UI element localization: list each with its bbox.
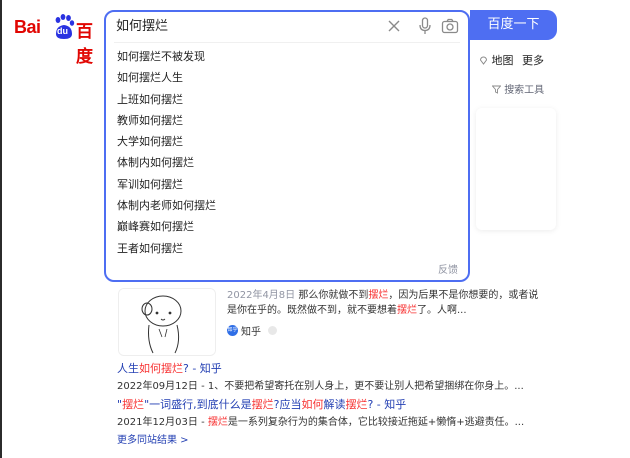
cartoon-image: [119, 289, 215, 355]
title-text: ?应当: [273, 398, 302, 411]
desc-keyword: 摆烂: [207, 417, 228, 428]
snippet-text: 那么你就做不到: [298, 290, 369, 301]
camera-icon[interactable]: [441, 17, 459, 35]
filter-icon: [491, 85, 502, 94]
suggestion-item[interactable]: 体制内老师如何摆烂: [106, 195, 468, 216]
title-text: ? - 知乎: [367, 398, 407, 411]
snippet-keyword: 摆烂: [368, 290, 389, 301]
search-button[interactable]: 百度一下: [470, 10, 557, 40]
result-title-link[interactable]: 人生如何摆烂? - 知乎: [117, 360, 222, 376]
suggestion-item[interactable]: 教师如何摆烂: [106, 110, 468, 131]
title-text: ? - 知乎: [183, 362, 222, 375]
result-snippet: 2022年4月8日 那么你就做不到摆烂，因为后果不是你想要的，或者说是你在乎的。…: [227, 288, 547, 318]
feedback-link[interactable]: 反馈: [438, 261, 458, 276]
nav-map[interactable]: 地图: [479, 52, 514, 68]
title-text: 解读: [323, 398, 346, 411]
info-icon[interactable]: [268, 326, 277, 335]
title-text: "一词盛行,到底什么是: [144, 398, 252, 411]
result-thumbnail[interactable]: [118, 288, 216, 356]
desc-text: 是一系列复杂行为的集合体，它比较接近拖延+懒惰+逃避责任。...: [227, 417, 525, 428]
title-keyword: 摆烂: [251, 398, 274, 411]
logo-baidu-text: 百度: [76, 22, 93, 67]
title-keyword: 摆烂: [345, 398, 368, 411]
nav-map-label: 地图: [491, 54, 514, 67]
suggestion-item[interactable]: 大学如何摆烂: [106, 131, 468, 152]
search-tools[interactable]: 搜索工具: [491, 81, 545, 96]
logo-du-text: du: [57, 26, 68, 36]
suggestion-item[interactable]: 体制内如何摆烂: [106, 152, 468, 173]
suggestion-item[interactable]: 如何摆烂不被发现: [106, 46, 468, 67]
microphone-icon[interactable]: [418, 17, 432, 35]
snippet-keyword: 摆烂: [397, 305, 417, 316]
baidu-logo[interactable]: Bai du 百度: [14, 14, 96, 67]
suggestion-item[interactable]: 军训如何摆烂: [106, 174, 468, 195]
clear-icon[interactable]: [387, 19, 401, 33]
search-box[interactable]: 如何摆烂 如何摆烂不被发现 如何摆烂人生 上班如何摆烂 教师如何摆烂 大学如何摆…: [104, 10, 470, 282]
dropdown-divider: [114, 42, 460, 43]
suggestion-item[interactable]: 上班如何摆烂: [106, 89, 468, 110]
nav-more[interactable]: 更多: [522, 52, 544, 68]
result-description: 2022年09月12日 - 1、不要把希望寄托在别人身上，更不要让别人把希望捆绑…: [117, 381, 524, 392]
result-date: 2022年4月8日: [227, 290, 296, 301]
suggestion-item[interactable]: 巅峰赛如何摆烂: [106, 216, 468, 237]
search-tools-label: 搜索工具: [504, 85, 545, 96]
window-edge: [0, 0, 2, 458]
side-card: [476, 108, 556, 230]
more-results-link[interactable]: 更多同站结果 >: [117, 431, 189, 446]
result-source[interactable]: 知乎 知乎: [227, 323, 277, 338]
map-icon: [479, 56, 488, 65]
logo-bai-text: Bai: [14, 17, 41, 37]
title-keyword: 如何摆烂: [139, 362, 183, 375]
suggestion-list: 如何摆烂不被发现 如何摆烂人生 上班如何摆烂 教师如何摆烂 大学如何摆烂 体制内…: [106, 46, 468, 259]
source-name: 知乎: [241, 327, 261, 338]
search-input[interactable]: 如何摆烂: [116, 18, 168, 36]
result-description: 2021年12月03日 - 摆烂是一系列复杂行为的集合体，它比较接近拖延+懒惰+…: [117, 413, 524, 428]
snippet-text: 了。人啊...: [417, 305, 467, 316]
title-keyword: 摆烂: [122, 398, 145, 411]
suggestion-item[interactable]: 如何摆烂人生: [106, 67, 468, 88]
title-keyword: 如何: [301, 398, 324, 411]
zhihu-icon: 知乎: [227, 325, 238, 336]
desc-date: 2021年12月03日 -: [117, 417, 208, 428]
suggestion-item[interactable]: 王者如何摆烂: [106, 238, 468, 259]
result-title-link[interactable]: "摆烂"一词盛行,到底什么是摆烂?应当如何解读摆烂? - 知乎: [117, 396, 406, 412]
title-text: 人生: [117, 362, 139, 375]
